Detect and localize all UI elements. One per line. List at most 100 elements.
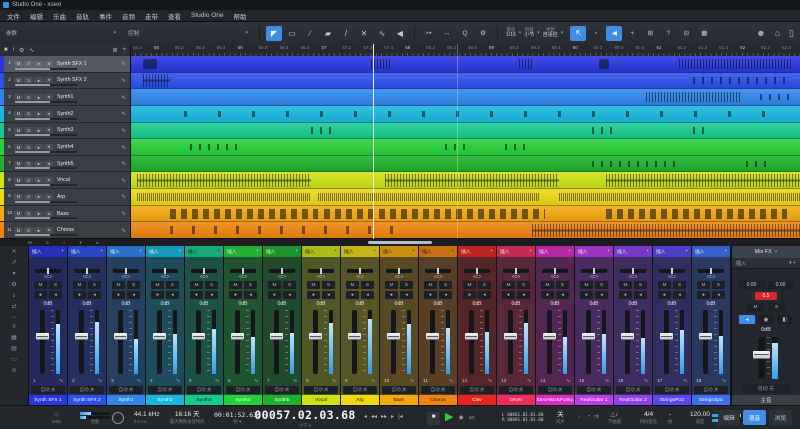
fader-cap[interactable] [36, 333, 49, 340]
fader-value[interactable]: 0dB [434, 301, 443, 307]
automation-mode-button[interactable]: 自动 关 [265, 386, 299, 394]
track-header-icon-2[interactable]: ⚙ [19, 47, 24, 54]
rail-icon-9[interactable]: ▤ [11, 345, 17, 352]
pan-slider[interactable] [698, 269, 724, 273]
mute-button[interactable]: M [580, 281, 593, 289]
pan-slider[interactable] [113, 269, 139, 273]
params-dropdown[interactable]: 参数▾ [0, 25, 122, 41]
automation-mode-button[interactable]: 自动 关 [460, 386, 494, 394]
add-insert-button[interactable]: + [724, 249, 727, 254]
mute-button[interactable]: M [14, 227, 23, 233]
transport-nav-2[interactable]: ▸▸ [381, 414, 387, 422]
pan-slider[interactable] [230, 269, 256, 273]
monitor-button[interactable]: ◂ [44, 61, 53, 67]
fader-cap[interactable] [75, 333, 88, 340]
mute-button[interactable]: M [346, 281, 359, 289]
fader-value[interactable]: 0dB [200, 301, 209, 307]
audio-event[interactable] [693, 77, 787, 83]
pan-slider[interactable] [581, 269, 607, 273]
audio-event[interactable] [532, 224, 800, 237]
channel-fader[interactable] [302, 308, 340, 377]
fader-cap[interactable] [582, 333, 595, 340]
fader-value[interactable]: 0dB [122, 301, 131, 307]
track-lane-Synth3[interactable] [130, 123, 800, 140]
fader-value[interactable]: 0dB [590, 301, 599, 307]
instrument-icon[interactable]: ∿ [293, 379, 297, 384]
instrument-icon[interactable]: ∿ [254, 379, 258, 384]
track-header-Synth4[interactable]: 6MS●◂Synth4∿ [0, 139, 130, 156]
track-header-right-icon-1[interactable]: + [122, 47, 126, 53]
inserts-header[interactable]: 插入+ [341, 246, 379, 257]
channel-name-label[interactable]: Synth SFX 2 [68, 395, 106, 405]
tempo-display[interactable]: 120.00 速度 [690, 406, 710, 429]
track-lane-Synth SFX 1[interactable] [130, 56, 800, 73]
channel-name-label[interactable]: Synth SFX 1 [29, 395, 67, 405]
record-arm-button[interactable]: ● [541, 291, 554, 299]
audio-event[interactable] [760, 94, 794, 100]
mic-icon[interactable]: ◉ [758, 315, 774, 324]
audio-event[interactable] [143, 59, 156, 70]
add-insert-button[interactable]: + [61, 249, 64, 254]
fader-cap[interactable] [231, 333, 244, 340]
instrument-icon[interactable]: ∿ [644, 379, 648, 384]
add-insert-button[interactable]: + [139, 249, 142, 254]
instrument-icon[interactable]: ∿ [371, 379, 375, 384]
track-volume-slider[interactable] [15, 234, 77, 236]
instrument-icon[interactable]: ∿ [566, 379, 570, 384]
fader-value[interactable]: 0dB [83, 301, 92, 307]
monitor-button[interactable]: ◂ [712, 291, 725, 299]
track-header-Synth SFX 1[interactable]: 1MS●◂Synth SFX 1∿ [0, 56, 130, 73]
automation-mode-button[interactable]: 自动 关 [187, 386, 221, 394]
monitor-icon[interactable]: ◀ [606, 26, 622, 41]
solo-button[interactable]: S [127, 281, 140, 289]
solo-button[interactable]: S [24, 61, 33, 67]
channel-fader[interactable] [536, 308, 574, 377]
track-header-Synth2[interactable]: 4MS●◂Synth2∿ [0, 106, 130, 123]
instrument-icon[interactable]: ∿ [121, 210, 126, 217]
channel-fader[interactable] [146, 308, 184, 377]
channel-fader[interactable] [263, 308, 301, 377]
menu-item-音频[interactable]: 音频 [122, 11, 135, 21]
instrument-icon[interactable]: ∿ [527, 379, 531, 384]
beat-display[interactable]: - 拍 [668, 406, 672, 429]
mute-button[interactable]: M [697, 281, 710, 289]
channel-fader[interactable] [458, 308, 496, 377]
mute-button[interactable]: M [14, 77, 23, 83]
fader-value[interactable]: 0dB [707, 301, 716, 307]
mute-button[interactable]: M [463, 281, 476, 289]
fader-cap[interactable] [192, 333, 205, 340]
inserts-header[interactable]: 插入+ [575, 246, 613, 257]
pan-slider[interactable] [269, 269, 295, 273]
solo-button[interactable]: S [24, 144, 33, 150]
settings-icon[interactable]: ⚙ [475, 26, 491, 41]
track-header-Vocal[interactable]: 8MS●◂Vocal∿ [0, 172, 130, 189]
inserts-header[interactable]: 插入+ [692, 246, 730, 257]
fader-value[interactable]: 0dB [44, 301, 53, 307]
menu-item-文件[interactable]: 文件 [7, 11, 20, 21]
audio-event[interactable] [592, 161, 679, 167]
pan-left-value[interactable]: 0.00 [739, 281, 765, 289]
solo-button[interactable]: S [244, 281, 257, 289]
add-insert-button[interactable]: + [178, 249, 181, 254]
track-volume-slider[interactable] [15, 151, 77, 153]
track-lane-Arp[interactable] [130, 189, 800, 206]
inserts-header[interactable]: 插入+ [185, 246, 223, 257]
mix-view-button[interactable]: 混音 [743, 410, 766, 425]
automation-mode-button[interactable]: 自动 关 [382, 386, 416, 394]
inserts-header[interactable]: 插入+ [380, 246, 418, 257]
mute-button[interactable]: M [14, 177, 23, 183]
monitor-button[interactable]: ◂ [44, 194, 53, 200]
monitor-button[interactable]: ◂ [44, 77, 53, 83]
menu-item-Studio One[interactable]: Studio One [191, 12, 224, 19]
automation-mode-button[interactable]: 自动 关 [226, 386, 260, 394]
menu-item-帮助[interactable]: 帮助 [234, 11, 247, 21]
rail-icon-0[interactable]: ✕ [11, 248, 16, 255]
record-arm-button[interactable]: ● [34, 227, 43, 233]
record-arm-button[interactable]: ● [424, 291, 437, 299]
solo-button[interactable]: S [517, 281, 530, 289]
add-insert-button[interactable]: + [607, 249, 610, 254]
monitor-button[interactable]: ◂ [439, 291, 452, 299]
help-icon[interactable]: ? [660, 26, 676, 41]
pan-slider[interactable] [425, 269, 451, 273]
fader-cap[interactable] [621, 333, 634, 340]
